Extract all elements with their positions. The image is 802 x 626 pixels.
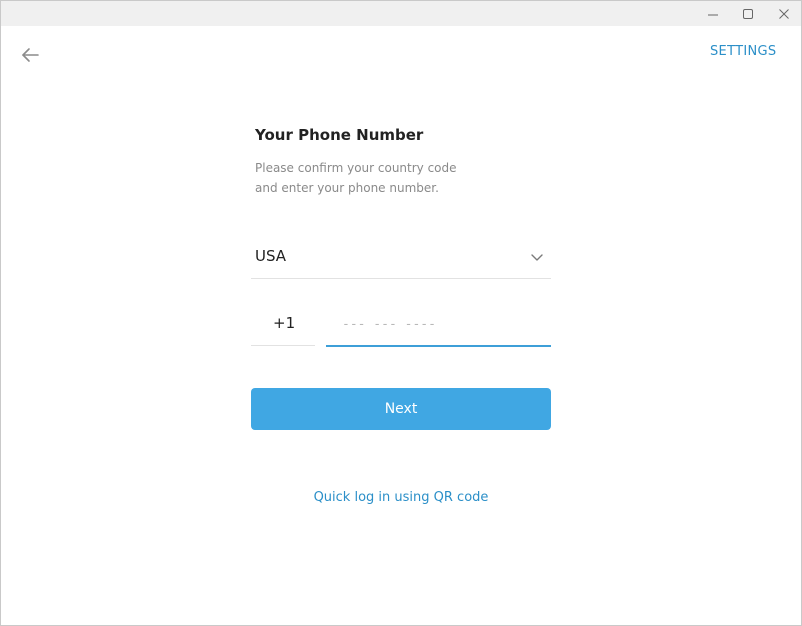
description-line-2: and enter your phone number. [255, 181, 439, 195]
settings-link[interactable]: SETTINGS [710, 44, 776, 59]
country-select[interactable]: USA [251, 241, 551, 279]
description-line-1: Please confirm your country code [255, 161, 457, 175]
minimize-icon [708, 14, 718, 15]
country-code-field[interactable]: +1 [251, 305, 315, 346]
description: Please confirm your country code and ent… [255, 158, 457, 198]
maximize-icon [743, 8, 753, 19]
arrow-left-icon [22, 48, 39, 62]
next-button[interactable]: Next [251, 388, 551, 430]
title-bar [1, 1, 801, 26]
close-button[interactable] [766, 1, 801, 26]
phone-number-field [326, 305, 551, 347]
close-icon [779, 8, 789, 19]
back-button[interactable] [17, 43, 43, 67]
chevron-down-icon [531, 254, 543, 261]
app-window: SETTINGS Your Phone Number Please confir… [0, 0, 802, 626]
qr-login-link[interactable]: Quick log in using QR code [251, 490, 551, 505]
country-code-value: +1 [273, 314, 296, 332]
maximize-button[interactable] [730, 1, 766, 26]
phone-number-input[interactable] [326, 305, 551, 343]
page-title: Your Phone Number [255, 126, 424, 144]
minimize-button[interactable] [695, 1, 731, 26]
country-value: USA [255, 247, 287, 265]
